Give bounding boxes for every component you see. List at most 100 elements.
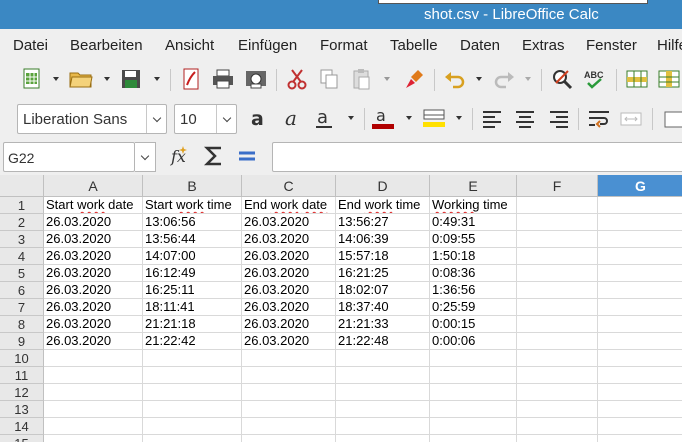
- cell-b3[interactable]: 13:56:44: [143, 231, 242, 248]
- cell-b7[interactable]: 18:11:41: [143, 299, 242, 316]
- cell-d15[interactable]: [336, 435, 430, 442]
- cell-e1[interactable]: Working time: [430, 197, 517, 214]
- cell-f3[interactable]: [517, 231, 598, 248]
- row-header-15[interactable]: 15: [0, 435, 44, 442]
- cell-a13[interactable]: [44, 401, 143, 418]
- cell-e3[interactable]: 0:09:55: [430, 231, 517, 248]
- row-icon[interactable]: [624, 66, 650, 92]
- cell-c11[interactable]: [242, 367, 336, 384]
- cell-d11[interactable]: [336, 367, 430, 384]
- select-all-corner[interactable]: [0, 175, 44, 197]
- save-dropdown-arrow[interactable]: [152, 74, 162, 84]
- cell-b9[interactable]: 21:22:42: [143, 333, 242, 350]
- menu-datei[interactable]: Datei: [13, 37, 48, 54]
- column-header-c[interactable]: C: [242, 175, 336, 197]
- menu-format[interactable]: Format: [320, 37, 368, 54]
- cell-b8[interactable]: 21:21:18: [143, 316, 242, 333]
- formula-input[interactable]: [272, 142, 682, 172]
- row-header-1[interactable]: 1: [0, 197, 44, 214]
- cell-f10[interactable]: [517, 350, 598, 367]
- menu-einfuegen[interactable]: Einfügen: [238, 37, 297, 54]
- row-header-11[interactable]: 11: [0, 367, 44, 384]
- cell-e2[interactable]: 0:49:31: [430, 214, 517, 231]
- cell-d10[interactable]: [336, 350, 430, 367]
- cell-a5[interactable]: 26.03.2020: [44, 265, 143, 282]
- cell-g11[interactable]: [598, 367, 682, 384]
- paste-icon[interactable]: [348, 66, 374, 92]
- spelling-icon[interactable]: ABC: [582, 66, 608, 92]
- cell-e10[interactable]: [430, 350, 517, 367]
- font-name-combobox[interactable]: Liberation Sans: [17, 104, 167, 134]
- align-left-icon[interactable]: [479, 106, 505, 132]
- cell-b2[interactable]: 13:06:56: [143, 214, 242, 231]
- undo-dropdown-arrow[interactable]: [474, 74, 484, 84]
- cell-f15[interactable]: [517, 435, 598, 442]
- menu-daten[interactable]: Daten: [460, 37, 500, 54]
- cell-c7[interactable]: 26.03.2020: [242, 299, 336, 316]
- underline-dropdown-arrow[interactable]: [346, 113, 356, 123]
- row-header-5[interactable]: 5: [0, 265, 44, 282]
- row-header-4[interactable]: 4: [0, 248, 44, 265]
- cell-a3[interactable]: 26.03.2020: [44, 231, 143, 248]
- row-header-7[interactable]: 7: [0, 299, 44, 316]
- cell-g8[interactable]: [598, 316, 682, 333]
- cell-c10[interactable]: [242, 350, 336, 367]
- cell-c13[interactable]: [242, 401, 336, 418]
- name-box[interactable]: G22: [3, 142, 135, 172]
- cell-d3[interactable]: 14:06:39: [336, 231, 430, 248]
- cell-g3[interactable]: [598, 231, 682, 248]
- row-header-3[interactable]: 3: [0, 231, 44, 248]
- cell-c12[interactable]: [242, 384, 336, 401]
- cell-d8[interactable]: 21:21:33: [336, 316, 430, 333]
- name-box-dropdown[interactable]: [135, 142, 156, 172]
- cell-c2[interactable]: 26.03.2020: [242, 214, 336, 231]
- menu-ansicht[interactable]: Ansicht: [165, 37, 214, 54]
- wrap-text-icon[interactable]: [586, 106, 612, 132]
- font-color-icon[interactable]: a: [370, 105, 396, 131]
- cell-g5[interactable]: [598, 265, 682, 282]
- column-header-d[interactable]: D: [336, 175, 430, 197]
- cell-a9[interactable]: 26.03.2020: [44, 333, 143, 350]
- cell-g9[interactable]: [598, 333, 682, 350]
- open-folder-icon[interactable]: [68, 66, 94, 92]
- cell-a7[interactable]: 26.03.2020: [44, 299, 143, 316]
- cell-a6[interactable]: 26.03.2020: [44, 282, 143, 299]
- row-header-13[interactable]: 13: [0, 401, 44, 418]
- italic-icon[interactable]: a: [280, 106, 306, 132]
- row-header-8[interactable]: 8: [0, 316, 44, 333]
- cell-a10[interactable]: [44, 350, 143, 367]
- cell-f4[interactable]: [517, 248, 598, 265]
- font-size-combobox[interactable]: 10: [174, 104, 237, 134]
- export-pdf-icon[interactable]: [178, 66, 204, 92]
- cell-f2[interactable]: [517, 214, 598, 231]
- function-wizard-icon[interactable]: fx: [168, 143, 194, 169]
- title-input-box[interactable]: [378, 0, 648, 4]
- cell-b10[interactable]: [143, 350, 242, 367]
- cell-c5[interactable]: 26.03.2020: [242, 265, 336, 282]
- cut-icon[interactable]: [284, 66, 310, 92]
- highlight-dropdown-arrow[interactable]: [454, 113, 464, 123]
- cell-c6[interactable]: 26.03.2020: [242, 282, 336, 299]
- cell-d5[interactable]: 16:21:25: [336, 265, 430, 282]
- cell-b5[interactable]: 16:12:49: [143, 265, 242, 282]
- cell-g14[interactable]: [598, 418, 682, 435]
- border-style-icon[interactable]: [660, 106, 682, 132]
- formula-equals-icon[interactable]: [234, 143, 260, 169]
- cell-a8[interactable]: 26.03.2020: [44, 316, 143, 333]
- font-name-dropdown-button[interactable]: [146, 105, 166, 133]
- cell-e5[interactable]: 0:08:36: [430, 265, 517, 282]
- merge-cells-icon[interactable]: [618, 106, 644, 132]
- row-header-9[interactable]: 9: [0, 333, 44, 350]
- cell-a14[interactable]: [44, 418, 143, 435]
- cell-c3[interactable]: 26.03.2020: [242, 231, 336, 248]
- sum-icon[interactable]: [201, 143, 227, 169]
- cell-d7[interactable]: 18:37:40: [336, 299, 430, 316]
- cell-b15[interactable]: [143, 435, 242, 442]
- cell-e7[interactable]: 0:25:59: [430, 299, 517, 316]
- cell-f5[interactable]: [517, 265, 598, 282]
- cell-e6[interactable]: 1:36:56: [430, 282, 517, 299]
- cell-f9[interactable]: [517, 333, 598, 350]
- column-icon[interactable]: [656, 66, 682, 92]
- cell-f8[interactable]: [517, 316, 598, 333]
- cell-g2[interactable]: [598, 214, 682, 231]
